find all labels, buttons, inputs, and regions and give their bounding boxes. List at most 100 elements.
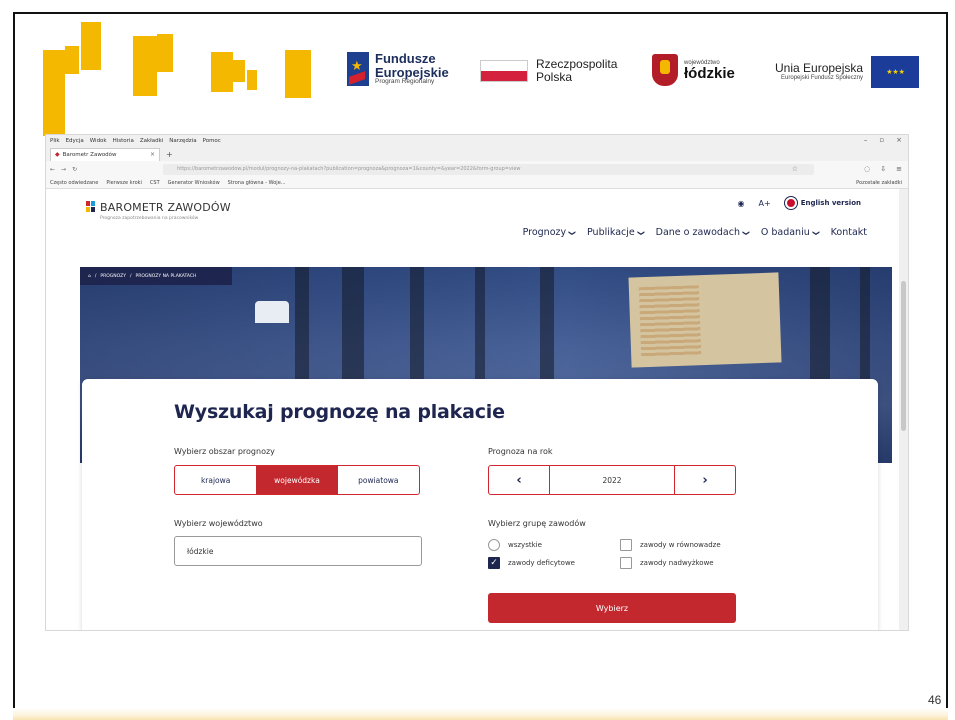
decorative-bar: [157, 34, 173, 72]
breadcrumb-current: PROGNOZY NA PLAKATACH: [135, 273, 197, 279]
area-segmented-control: krajowa wojewódzka powiatowa: [174, 465, 420, 495]
forward-icon[interactable]: →: [61, 166, 66, 173]
menu-item[interactable]: Plik: [50, 138, 60, 144]
nav-item-publikacje[interactable]: Publikacje ❯: [587, 227, 645, 238]
option-rownowaga[interactable]: zawody w równowadze: [620, 539, 721, 551]
address-bar[interactable]: https://barometrzawodow.pl/modul/prognoz…: [163, 163, 814, 175]
menu-item[interactable]: Widok: [90, 138, 107, 144]
radio-icon: [488, 539, 500, 551]
chevron-right-icon: ›: [702, 472, 708, 488]
year-next-button[interactable]: ›: [675, 466, 735, 494]
back-icon[interactable]: ←: [50, 166, 55, 173]
lodz-big: łódzkie: [684, 64, 735, 82]
nav-label: Kontakt: [830, 227, 867, 238]
menu-item[interactable]: Edycja: [66, 138, 84, 144]
checkbox-icon: [620, 557, 632, 569]
decorative-bar: [65, 46, 79, 74]
year-prev-button[interactable]: ‹: [489, 466, 549, 494]
menu-item[interactable]: Pomoc: [203, 138, 221, 144]
scrollbar[interactable]: [899, 189, 908, 630]
checkbox-icon: [620, 539, 632, 551]
nav-item-kontakt[interactable]: Kontakt: [831, 227, 867, 238]
option-label: zawody w równowadze: [640, 541, 721, 549]
browser-tab[interactable]: ◆ Barometr Zawodów ×: [50, 147, 160, 161]
nav-label: Prognozy: [522, 227, 567, 238]
brand-subtitle: Prognoza zapotrzebowania na pracowników: [100, 216, 199, 221]
fe-flag-icon: ★: [347, 52, 369, 87]
bookmark-item[interactable]: Generator Wniosków: [168, 180, 220, 186]
accessibility-eye-icon[interactable]: ◉: [738, 199, 745, 208]
maximize-icon[interactable]: ▫: [879, 136, 884, 144]
option-deficytowe[interactable]: ✓ zawody deficytowe: [488, 557, 575, 569]
page-number: 46: [928, 693, 942, 707]
decorative-bar: [81, 22, 101, 70]
pocket-icon[interactable]: ◌: [864, 165, 870, 173]
decorative-bar: [247, 70, 257, 90]
site-header: BAROMETR ZAWODÓW Prognoza zapotrzebowani…: [46, 189, 901, 259]
new-tab-icon[interactable]: +: [166, 150, 173, 159]
option-nadwyzkowe[interactable]: zawody nadwyżkowe: [620, 557, 714, 569]
area-option-krajowa[interactable]: krajowa: [175, 466, 256, 494]
nav-item-o-badaniu[interactable]: O badaniu ❯: [761, 227, 820, 238]
woj-value: łódzkie: [187, 546, 214, 556]
menu-item[interactable]: Narzędzia: [169, 138, 196, 144]
reload-icon[interactable]: ↻: [72, 166, 77, 173]
nav-item-prognozy[interactable]: Prognozy ❯: [522, 227, 576, 238]
favicon-icon: ◆: [55, 151, 60, 158]
uk-flag-icon: [784, 197, 797, 209]
area-option-wojewodzka[interactable]: wojewódzka: [256, 466, 338, 494]
tab-close-icon[interactable]: ×: [150, 151, 155, 158]
page-title: Wyszukaj prognozę na plakacie: [174, 401, 505, 423]
site-logo[interactable]: BAROMETR ZAWODÓW Prognoza zapotrzebowani…: [86, 201, 231, 221]
menu-item[interactable]: Historia: [113, 138, 134, 144]
header-utilities: ◉ A+ English version: [738, 197, 861, 209]
font-size-button[interactable]: A+: [759, 199, 771, 208]
browser-window: Plik Edycja Widok Historia Zakładki Narz…: [45, 134, 909, 631]
submit-button[interactable]: Wybierz: [488, 593, 736, 623]
minimize-icon[interactable]: –: [864, 136, 868, 144]
decorative-bar: [211, 52, 233, 92]
unia-europejska-logo: Unia Europejska Europejski Fundusz Społe…: [775, 56, 920, 88]
search-card: Wyszukaj prognozę na plakacie Wybierz ob…: [82, 379, 878, 630]
option-label: zawody deficytowe: [508, 559, 575, 567]
menu-item[interactable]: Zakładki: [140, 138, 163, 144]
bookmark-item[interactable]: Strona główna - Woje...: [228, 180, 286, 186]
menu-bar: Plik Edycja Widok Historia Zakładki Narz…: [46, 135, 908, 147]
wojewodztwo-input[interactable]: łódzkie: [174, 536, 422, 566]
fe-line2: Europejskie: [375, 64, 449, 80]
download-icon[interactable]: ⇩: [880, 165, 886, 173]
hamburger-menu-icon[interactable]: ≡: [896, 165, 902, 173]
woj-label: Wybierz województwo: [174, 519, 263, 528]
bookmark-item[interactable]: CST: [150, 180, 160, 186]
other-bookmarks[interactable]: Pozostałe zakładki: [856, 180, 902, 186]
tab-bar: ◆ Barometr Zawodów × +: [46, 147, 908, 161]
bookmark-item[interactable]: Pierwsze kroki: [106, 180, 142, 186]
scroll-thumb[interactable]: [901, 281, 906, 431]
fe-line1: Fundusze: [375, 51, 436, 66]
breadcrumb-item[interactable]: PROGNOZY: [100, 274, 126, 279]
decorative-bar: [133, 36, 157, 96]
nav-item-dane[interactable]: Dane o zawodach ❯: [655, 227, 750, 238]
fundusze-europejskie-logo: ★ Fundusze Europejskie Program Regionaln…: [347, 51, 449, 87]
lodzkie-crest-icon: [652, 54, 678, 86]
chevron-left-icon: ‹: [516, 472, 522, 488]
year-stepper: ‹ 2022 ›: [488, 465, 736, 495]
rzeczpospolita-logo: Rzeczpospolita Polska: [480, 58, 617, 83]
home-icon[interactable]: ⌂: [88, 274, 91, 279]
bookmark-item[interactable]: Często odwiedzane: [50, 180, 98, 186]
year-value: 2022: [549, 466, 675, 494]
eu-flag-icon: ★ ★ ★: [871, 56, 920, 88]
slide-bottom-decoration: [13, 708, 948, 720]
option-label: zawody nadwyżkowe: [640, 559, 714, 567]
bookmark-star-icon[interactable]: ☆: [792, 165, 798, 173]
close-icon[interactable]: ×: [896, 136, 902, 144]
area-option-powiatowa[interactable]: powiatowa: [338, 466, 419, 494]
ue-big: Unia Europejska: [775, 61, 864, 76]
nav-label: Dane o zawodach: [655, 227, 740, 238]
nav-label: Publikacje: [587, 227, 635, 238]
main-nav: Prognozy ❯ Publikacje ❯ Dane o zawodach ❯ O…: [523, 227, 867, 238]
chevron-down-icon: ❯: [741, 230, 750, 236]
english-version-link[interactable]: English version: [784, 197, 861, 209]
address-url: https://barometrzawodow.pl/modul/prognoz…: [177, 166, 521, 172]
option-wszystkie[interactable]: wszystkie: [488, 539, 542, 551]
